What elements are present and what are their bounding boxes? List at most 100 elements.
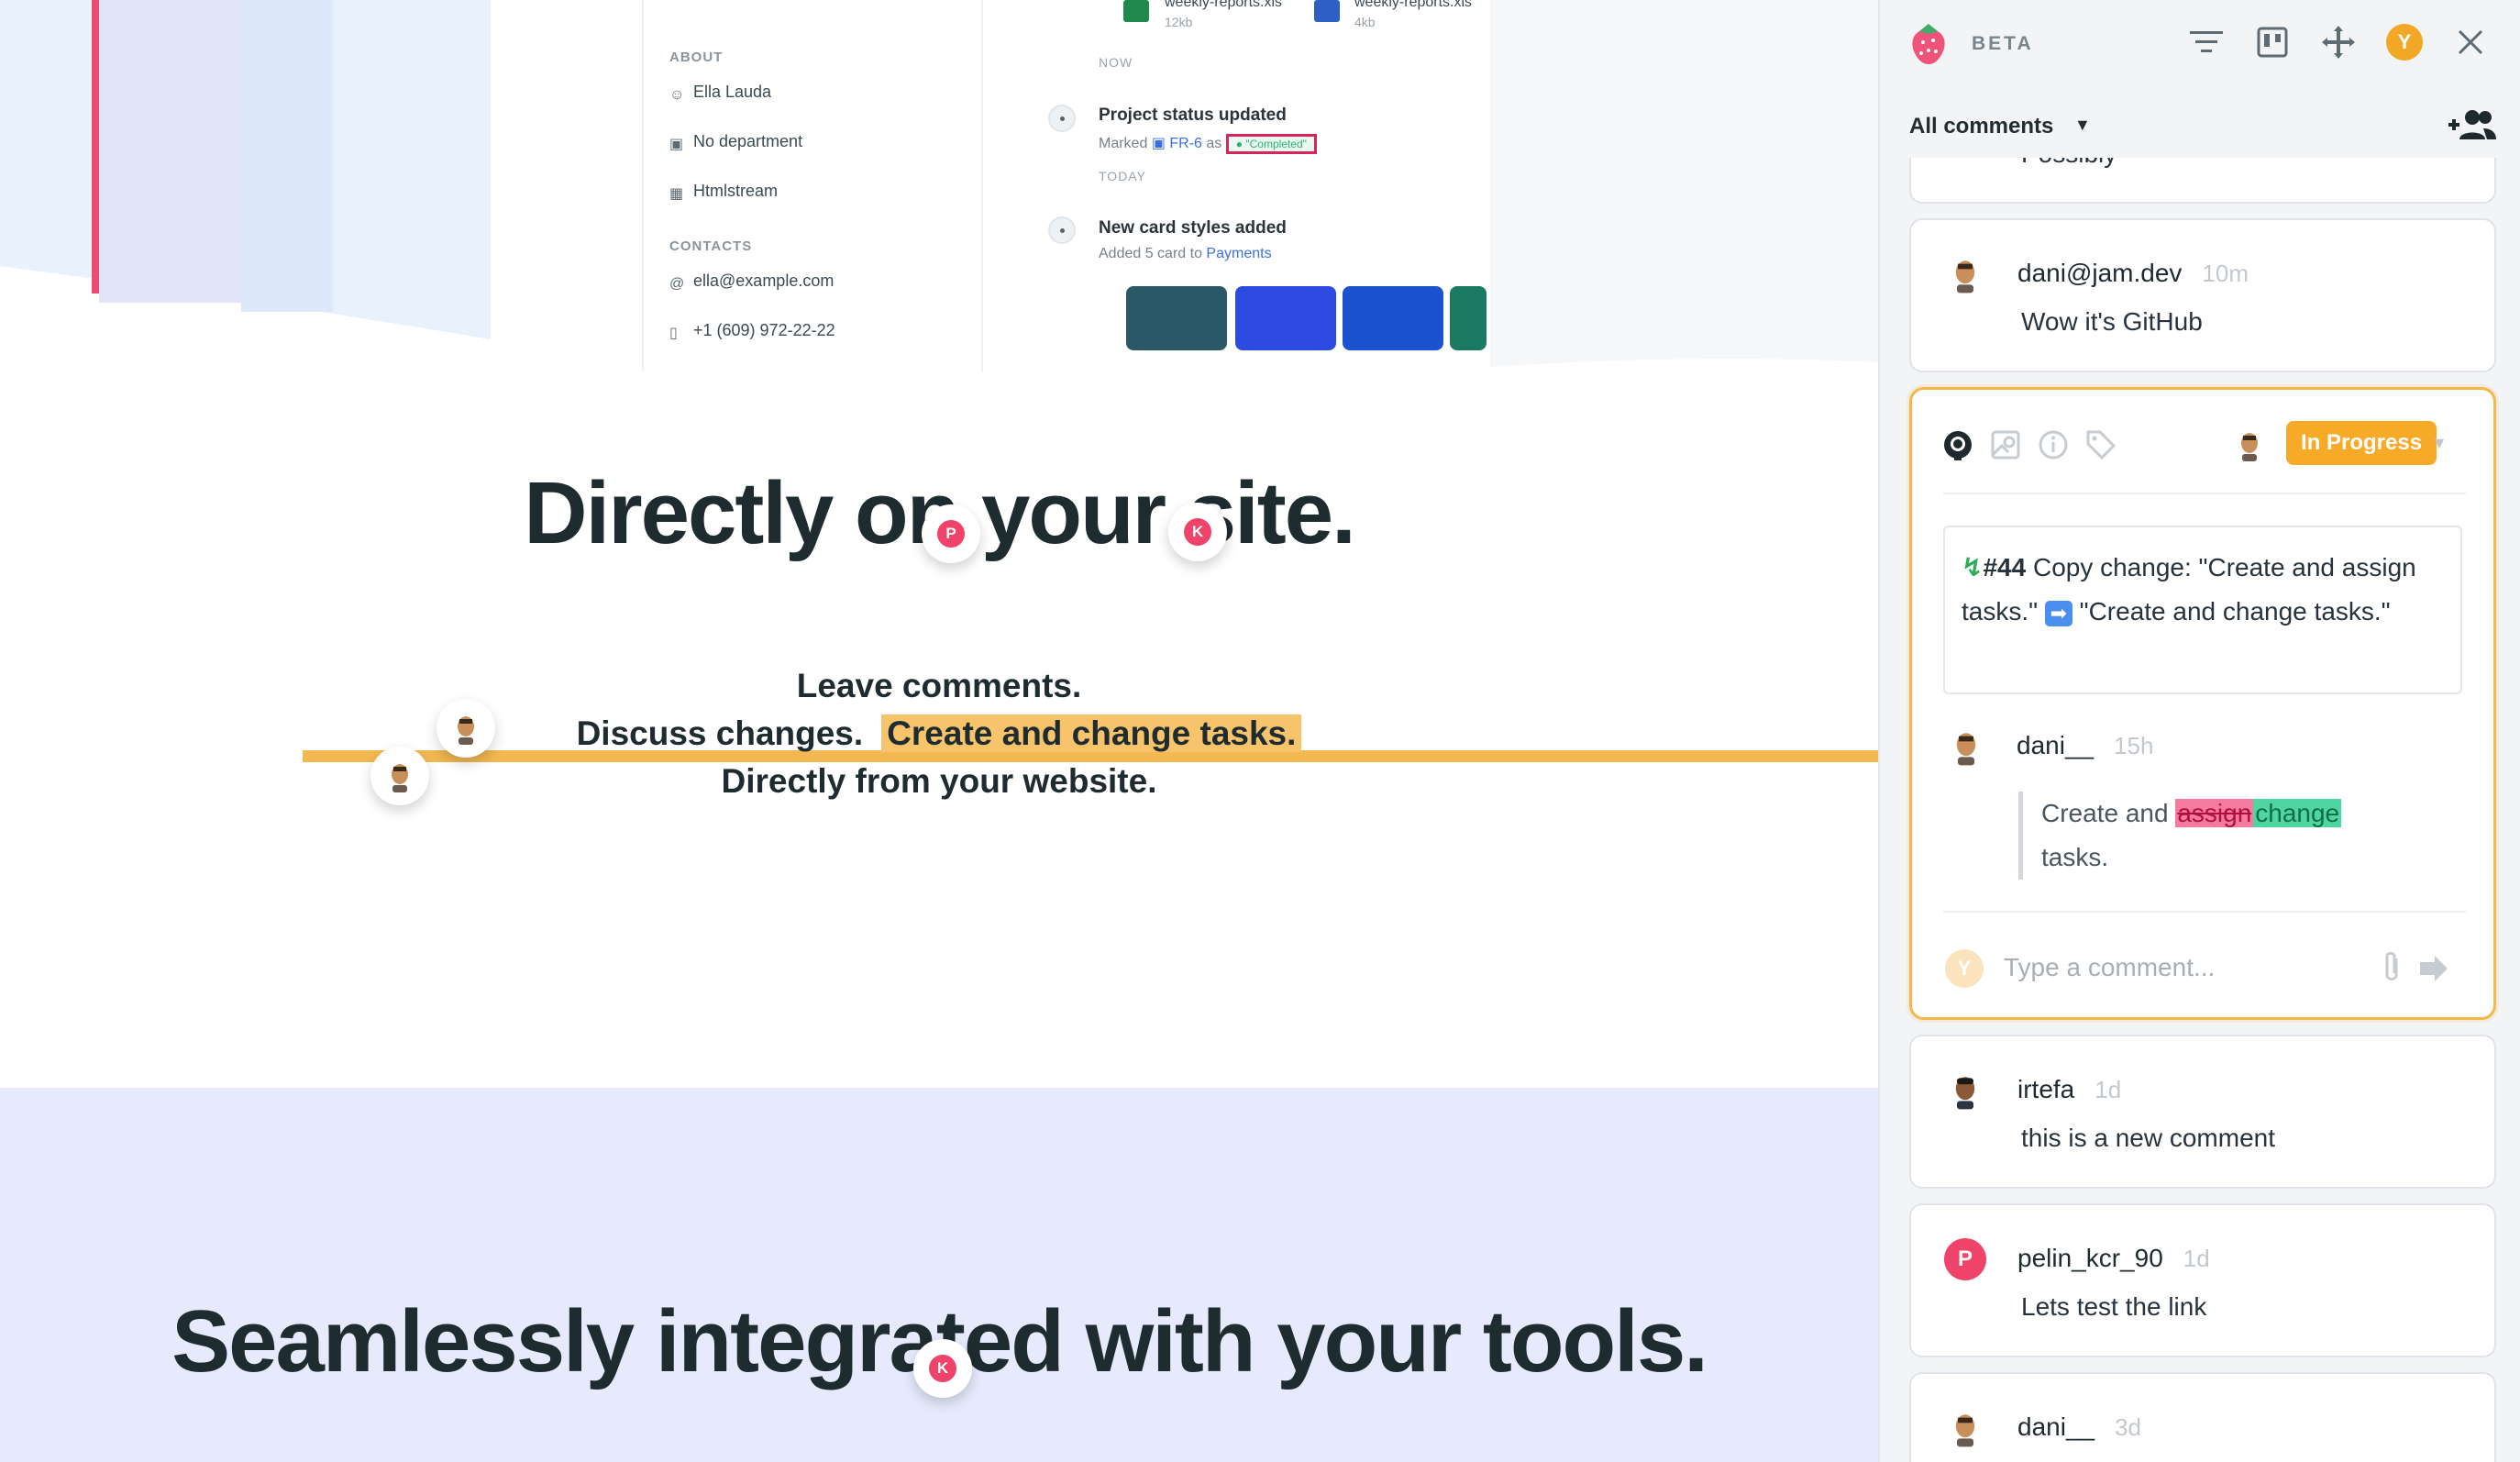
comment-card[interactable]: P pelin_kcr_90 1d Lets test the link (1909, 1203, 2496, 1357)
comment-pin[interactable]: K (1168, 503, 1227, 561)
contact-email: @ ella@example.com (669, 271, 834, 292)
comment-time: 3d (2115, 1413, 2142, 1441)
comment-time: 10m (2202, 260, 2249, 287)
comment-author: dani@jam.dev 10m (2017, 259, 2249, 287)
contacts-label: CONTACTS (669, 238, 753, 254)
timeline-subtitle: Added 5 card to Payments (1099, 246, 1272, 261)
linked-issue[interactable]: ↯#44 Copy change: "Create and assign tas… (1943, 526, 2462, 694)
pull-request-icon: ↯ (1962, 553, 1984, 581)
contact-phone: ▯ +1 (609) 972-22-22 (669, 321, 835, 341)
person-icon: ☺ (669, 87, 685, 103)
timeline-link[interactable]: Payments (1206, 246, 1271, 261)
building-icon: ▦ (669, 186, 684, 202)
strawberry-logo-icon (1912, 24, 1945, 64)
timeline-subtitle: Marked ▣ FR-6 as ● "Completed" (1099, 134, 1317, 154)
app-preview: ABOUT ☺ Ella Lauda ▣ No department ▦ Htmlst… (491, 0, 1490, 371)
about-name: ☺ Ella Lauda (669, 83, 772, 103)
assignee-avatar[interactable] (2231, 426, 2268, 463)
comment-text: this is a new comment (2021, 1124, 2275, 1152)
active-comment-card[interactable]: In Progress ▼ ↯#44 Copy change: "Create … (1909, 387, 2496, 1020)
website-viewport: ABOUT ☺ Ella Lauda ▣ No department ▦ Htmlst… (0, 0, 1878, 1462)
panel-header: BETA Y All comments ▼ (1880, 0, 2520, 158)
briefcase-icon: ▣ (669, 137, 684, 152)
comment-input[interactable] (2004, 944, 2371, 991)
avatar (1944, 1069, 1986, 1112)
attachment-icon[interactable] (2378, 949, 2407, 986)
file-size: 4kb (1354, 15, 1376, 29)
timeline-dot (1048, 105, 1076, 132)
tag-icon[interactable] (2083, 426, 2119, 463)
divider (1943, 493, 2466, 494)
file-name: weekly-reports.xls (1165, 0, 1283, 10)
comment-text: Wow it's GitHub (2021, 307, 2203, 336)
timeline-link[interactable]: ▣ FR-6 (1152, 136, 1202, 151)
caret-down-icon[interactable]: ▼ (2074, 116, 2091, 135)
highlighted-text[interactable]: Create and change tasks. (881, 714, 1302, 752)
status-badge: ● "Completed" (1225, 134, 1317, 154)
beta-label: BETA (1972, 33, 2034, 54)
send-icon[interactable] (2418, 953, 2449, 984)
comment-pin[interactable]: K (913, 1339, 972, 1398)
card-thumbnail (1450, 286, 1487, 350)
pin-avatar: P (937, 520, 965, 548)
timeline-title: Project status updated (1099, 105, 1287, 125)
screenshot-icon[interactable] (1987, 426, 2024, 463)
integrations-section (0, 1088, 1878, 1462)
deleted-text: assign (2175, 799, 2254, 827)
comment-time: 1d (2183, 1245, 2210, 1272)
comments-panel: BETA Y All comments ▼ Possibly (1878, 0, 2520, 1462)
reply-time: 15h (2114, 732, 2154, 759)
phone-icon: ▯ (669, 326, 678, 341)
avatar (1944, 1407, 1986, 1449)
reply-author: dani__ 15h (2017, 731, 2154, 759)
divider (1943, 911, 2466, 913)
composer-avatar: Y (1945, 949, 1984, 988)
comment-pin[interactable]: P (922, 504, 980, 563)
timeline-day: TODAY (1099, 169, 1146, 183)
add-user-icon[interactable] (2447, 108, 2496, 141)
avatar (1944, 253, 1986, 295)
word-file-icon (1314, 0, 1340, 22)
move-icon[interactable] (2318, 22, 2359, 62)
info-icon[interactable] (2035, 426, 2072, 463)
comment-card[interactable]: dani@jam.dev 10m Wow it's GitHub (1909, 218, 2496, 372)
avatar (1945, 725, 1987, 768)
status-dropdown[interactable]: In Progress (2286, 421, 2437, 465)
reply-diff: Create and assign change tasks. (2018, 792, 2367, 880)
file-name: weekly-reports.xls (1354, 0, 1473, 10)
about-department: ▣ No department (669, 132, 803, 152)
pin-avatar: K (929, 1355, 956, 1382)
file-size: 12kb (1165, 15, 1193, 29)
comment-author: irtefa 1d (2017, 1075, 2122, 1103)
filter-icon[interactable] (2186, 22, 2227, 62)
comment-time: 1d (2094, 1076, 2122, 1103)
inserted-text: change (2253, 799, 2342, 827)
subline-2: Discuss changes. Create and change tasks. (0, 710, 1878, 758)
at-icon: @ (669, 276, 685, 292)
comment-card[interactable]: dani__ 3d (1909, 1372, 2496, 1462)
memoji-avatar (458, 716, 474, 745)
comment-text: Lets test the link (2021, 1292, 2207, 1321)
comment-pin[interactable] (437, 699, 495, 758)
comment-filter-dropdown[interactable]: All comments (1909, 114, 2053, 139)
timeline-title: New card styles added (1099, 218, 1287, 238)
user-avatar[interactable]: Y (2384, 22, 2425, 62)
comment-author: dani__ 3d (2017, 1412, 2142, 1441)
card-thumbnail (1343, 286, 1443, 350)
github-icon[interactable] (1940, 426, 1976, 463)
comment-pin[interactable] (370, 747, 429, 805)
comment-author: pelin_kcr_90 1d (2017, 1244, 2210, 1272)
board-view-icon[interactable] (2252, 22, 2293, 62)
card-thumbnail (1235, 286, 1336, 350)
arrow-right-icon: ➡ (2044, 601, 2072, 626)
close-icon[interactable] (2450, 22, 2491, 62)
timeline-day: NOW (1099, 55, 1133, 70)
subline-3: Directly from your website. (721, 762, 1157, 800)
card-thumbnail (1126, 286, 1227, 350)
caret-down-icon[interactable]: ▼ (2431, 434, 2448, 453)
comment-card[interactable]: irtefa 1d this is a new comment (1909, 1035, 2496, 1189)
timeline-dot (1048, 216, 1076, 244)
about-label: ABOUT (669, 50, 724, 65)
avatar: P (1944, 1238, 1986, 1280)
about-company: ▦ Htmlstream (669, 182, 779, 202)
